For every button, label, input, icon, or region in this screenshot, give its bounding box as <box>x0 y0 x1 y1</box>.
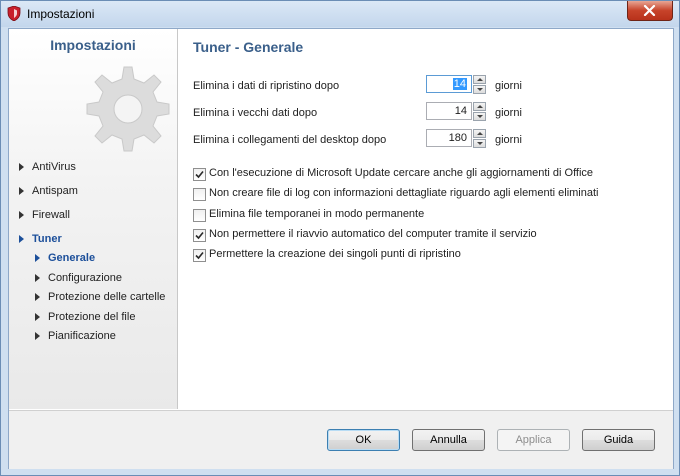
shield-icon <box>7 6 21 21</box>
sidebar-title: Impostazioni <box>50 37 136 53</box>
sidebar-item-firewall[interactable]: Firewall <box>19 207 70 223</box>
spin-down-button[interactable] <box>473 112 486 121</box>
checkbox-label: Permettere la creazione dei singoli punt… <box>209 248 461 260</box>
sidebar-subitem-configurazione[interactable]: Configurazione <box>35 270 122 286</box>
sidebar-subitem-protezione-cartelle[interactable]: Protezione delle cartelle <box>35 289 165 305</box>
sidebar-subitem-protezione-file[interactable]: Protezione del file <box>35 309 135 325</box>
chevron-right-icon <box>35 293 40 302</box>
restore-data-input[interactable]: 14 <box>426 75 472 93</box>
spin-up-button[interactable] <box>473 75 486 84</box>
sidebar-item-tuner[interactable]: Tuner <box>19 231 62 247</box>
checkbox-label: Con l'esecuzione di Microsoft Update cer… <box>209 167 594 179</box>
checkmark-icon <box>195 251 204 260</box>
dialog-footer: OK Annulla Applica Guida <box>9 410 673 469</box>
restore-data-stepper[interactable]: 14 <box>426 75 488 95</box>
checkbox-label: Non creare file di log con informazioni … <box>209 187 599 199</box>
checkmark-icon <box>195 231 204 240</box>
cancel-button[interactable]: Annulla <box>412 429 485 451</box>
chevron-right-icon <box>35 332 40 341</box>
chevron-right-icon <box>19 235 24 244</box>
old-data-spin-buttons <box>473 102 486 122</box>
ok-button[interactable]: OK <box>327 429 400 451</box>
checkbox-box[interactable] <box>193 188 206 201</box>
help-button[interactable]: Guida <box>582 429 655 451</box>
sidebar-subitem-pianificazione[interactable]: Pianificazione <box>35 328 116 344</box>
spin-down-button[interactable] <box>473 85 486 94</box>
gear-icon <box>86 66 170 152</box>
spin-down-button[interactable] <box>473 139 486 148</box>
restore-data-label: Elimina i dati di ripristino dopo <box>193 80 340 92</box>
apply-button[interactable]: Applica <box>497 429 570 451</box>
restore-data-unit: giorni <box>495 80 522 92</box>
chevron-right-icon <box>35 274 40 283</box>
client-area: Impostazioni AntiVirus Antispam Firewall… <box>8 28 674 469</box>
page-title: Tuner - Generale <box>193 39 304 55</box>
old-data-input[interactable]: 14 <box>426 102 472 120</box>
checkbox-box[interactable] <box>193 229 206 242</box>
sidebar-item-antispam[interactable]: Antispam <box>19 183 78 199</box>
desktop-links-input[interactable]: 180 <box>426 129 472 147</box>
close-button[interactable] <box>627 1 673 21</box>
sidebar-subitem-generale[interactable]: Generale <box>35 250 95 266</box>
chevron-right-icon <box>19 211 24 220</box>
checkbox-box[interactable] <box>193 249 206 262</box>
sidebar: Impostazioni AntiVirus Antispam Firewall… <box>9 29 178 409</box>
chevron-right-icon <box>35 254 40 263</box>
old-data-unit: giorni <box>495 107 522 119</box>
checkbox-box[interactable] <box>193 168 206 181</box>
desktop-links-label: Elimina i collegamenti del desktop dopo <box>193 134 387 146</box>
sidebar-item-antivirus[interactable]: AntiVirus <box>19 159 76 175</box>
settings-window: Impostazioni Impostazioni AntiVirus Anti… <box>0 0 680 476</box>
content-panel: Tuner - Generale Elimina i dati di ripri… <box>179 29 673 409</box>
old-data-stepper[interactable]: 14 <box>426 102 488 122</box>
desktop-links-unit: giorni <box>495 134 522 146</box>
checkmark-icon <box>195 170 204 179</box>
chevron-right-icon <box>35 313 40 322</box>
close-icon <box>643 5 656 16</box>
spin-up-button[interactable] <box>473 129 486 138</box>
checkbox-label: Non permettere il riavvio automatico del… <box>209 228 537 240</box>
chevron-right-icon <box>19 187 24 196</box>
desktop-links-stepper[interactable]: 180 <box>426 129 488 149</box>
restore-data-spin-buttons <box>473 75 486 95</box>
old-data-label: Elimina i vecchi dati dopo <box>193 107 318 119</box>
title-bar[interactable]: Impostazioni <box>1 1 679 27</box>
checkbox-label: Elimina file temporanei in modo permanen… <box>209 208 425 220</box>
desktop-links-spin-buttons <box>473 129 486 149</box>
window-title: Impostazioni <box>27 7 95 21</box>
chevron-right-icon <box>19 163 24 172</box>
spin-up-button[interactable] <box>473 102 486 111</box>
checkbox-box[interactable] <box>193 209 206 222</box>
